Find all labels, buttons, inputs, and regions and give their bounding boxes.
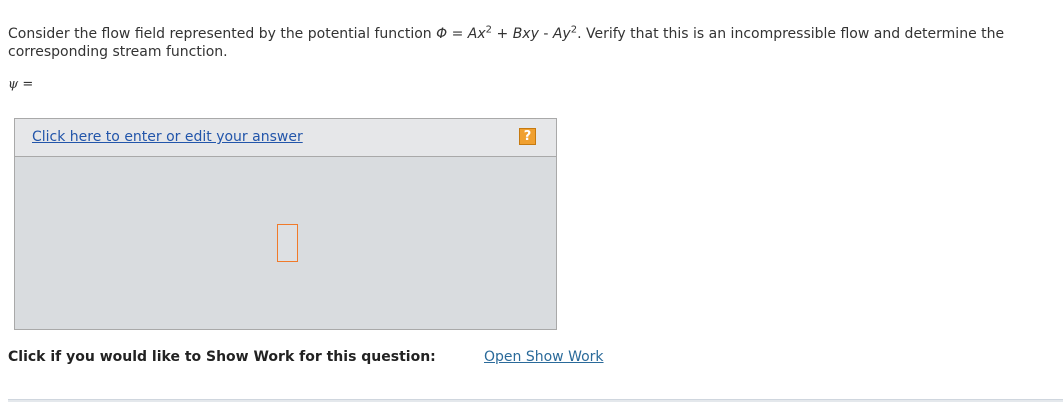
phi-symbol: Φ (436, 26, 448, 42)
term-ax: Ax (467, 26, 486, 42)
minus-sign: - (538, 26, 553, 42)
term-ay: Ay (552, 26, 571, 42)
term-bxy: Bxy (512, 26, 539, 42)
show-work-prompt: Click if you would like to Show Work for… (8, 349, 436, 365)
plus-sign: + (492, 26, 513, 42)
answer-editor[interactable]: Click here to enter or edit your answer … (14, 118, 557, 330)
question-intro: Consider the flow field represented by t… (8, 26, 437, 42)
answer-editor-header: Click here to enter or edit your answer … (15, 119, 556, 157)
psi-symbol: ψ (8, 77, 19, 92)
psi-label: ψ = (8, 77, 33, 92)
question-text: Consider the flow field represented by t… (8, 25, 1060, 61)
bottom-divider (8, 399, 1063, 402)
empty-answer-placeholder[interactable] (277, 224, 298, 262)
open-show-work-link[interactable]: Open Show Work (484, 349, 604, 365)
edit-answer-link[interactable]: Click here to enter or edit your answer (32, 129, 303, 145)
psi-equals: = (18, 77, 34, 92)
help-icon[interactable]: ? (519, 128, 536, 145)
equals-sign: = (447, 26, 468, 42)
